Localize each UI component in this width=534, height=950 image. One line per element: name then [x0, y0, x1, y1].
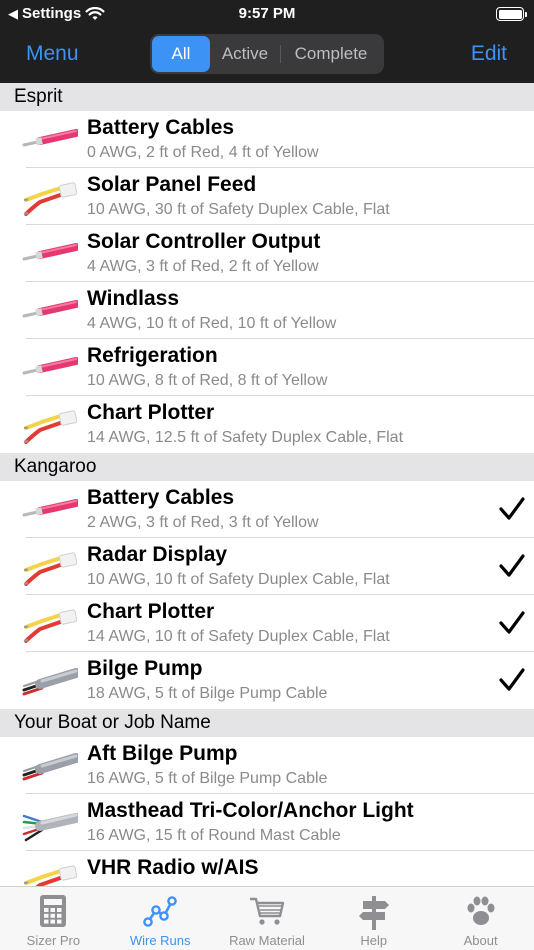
wire-run-title: Bilge Pump [87, 657, 203, 680]
wire-run-detail: 14 AWG, 10 ft of Safety Duplex Cable, Fl… [87, 628, 390, 645]
wire-run-row[interactable]: VHR Radio w/AIS [0, 851, 534, 886]
wire-run-title: Chart Plotter [87, 600, 215, 623]
wire-run-detail: 10 AWG, 30 ft of Safety Duplex Cable, Fl… [87, 201, 390, 218]
wire-run-detail: 4 AWG, 3 ft of Red, 2 ft of Yellow [87, 258, 319, 275]
wire-run-title: Solar Panel Feed [87, 173, 257, 196]
wire-run-row[interactable]: Solar Controller Output 4 AWG, 3 ft of R… [0, 225, 534, 282]
tab-label: Sizer Pro [26, 933, 81, 948]
wire-run-title: Windlass [87, 287, 179, 310]
wire-run-detail: 14 AWG, 12.5 ft of Safety Duplex Cable, … [87, 429, 404, 446]
wire-run-detail: 10 AWG, 8 ft of Red, 8 ft of Yellow [87, 372, 328, 389]
checkmark-icon [498, 496, 526, 522]
tab-sizer-pro[interactable]: Sizer Pro [0, 887, 107, 950]
duplex-cable-icon [22, 546, 78, 586]
wire-run-title: Battery Cables [87, 116, 235, 139]
wire-run-detail: 0 AWG, 2 ft of Red, 4 ft of Yellow [87, 144, 319, 161]
wire-run-row[interactable]: Masthead Tri-Color/Anchor Light 16 AWG, … [0, 794, 534, 851]
status-bar: ◀ Settings 9:57 PM [0, 0, 534, 28]
wire-run-row[interactable]: Windlass 4 AWG, 10 ft of Red, 10 ft of Y… [0, 282, 534, 339]
tab-help[interactable]: Help [320, 887, 427, 950]
tab-raw-material[interactable]: Raw Material [214, 887, 321, 950]
wire-run-row[interactable]: Radar Display 10 AWG, 10 ft of Safety Du… [0, 538, 534, 595]
wire-run-title: Solar Controller Output [87, 230, 321, 253]
navigation-bar: Menu All Active Complete Edit [0, 30, 534, 80]
battery-cable-icon [22, 290, 80, 330]
battery-cable-icon [22, 119, 80, 159]
wire-run-title: VHR Radio w/AIS [87, 856, 259, 879]
bilge-pump-cable-icon [22, 660, 81, 700]
wire-run-detail: 2 AWG, 3 ft of Red, 3 ft of Yellow [87, 514, 319, 531]
wire-run-row[interactable]: Battery Cables 2 AWG, 3 ft of Red, 3 ft … [0, 481, 534, 538]
battery-icon [496, 7, 527, 21]
wire-run-title: Chart Plotter [87, 401, 215, 424]
wire-run-detail: 18 AWG, 5 ft of Bilge Pump Cable [87, 685, 328, 702]
wire-run-row[interactable]: Chart Plotter 14 AWG, 12.5 ft of Safety … [0, 396, 534, 453]
mast-cable-icon [22, 802, 81, 842]
segment-complete[interactable]: Complete [280, 36, 382, 72]
filter-segmented-control: All Active Complete [150, 34, 384, 74]
wire-run-row[interactable]: Bilge Pump 18 AWG, 5 ft of Bilge Pump Ca… [0, 652, 534, 709]
wire-run-detail: 4 AWG, 10 ft of Red, 10 ft of Yellow [87, 315, 337, 332]
duplex-cable-icon [22, 176, 78, 216]
tab-bar: Sizer Pro Wire Runs Raw Material Help Ab… [0, 886, 534, 950]
tab-label: Help [360, 933, 388, 948]
section-header: Your Boat or Job Name [0, 709, 534, 737]
wire-run-detail: 16 AWG, 5 ft of Bilge Pump Cable [87, 770, 328, 787]
checkmark-icon [498, 553, 526, 579]
checkmark-icon [498, 610, 526, 636]
battery-cable-icon [22, 347, 80, 387]
wire-run-title: Masthead Tri-Color/Anchor Light [87, 799, 414, 822]
wire-run-title: Refrigeration [87, 344, 218, 367]
wire-run-row[interactable]: Refrigeration 10 AWG, 8 ft of Red, 8 ft … [0, 339, 534, 396]
tab-about[interactable]: About [427, 887, 534, 950]
segment-active[interactable]: Active [210, 36, 280, 72]
wire-run-row[interactable]: Battery Cables 0 AWG, 2 ft of Red, 4 ft … [0, 111, 534, 168]
wire-runs-list[interactable]: Esprit Battery Cables 0 AWG, 2 ft of Red… [0, 83, 534, 886]
wire-run-detail: 10 AWG, 10 ft of Safety Duplex Cable, Fl… [87, 571, 390, 588]
section-header: Esprit [0, 83, 534, 111]
bilge-pump-cable-icon [22, 745, 81, 785]
wire-run-row[interactable]: Solar Panel Feed 10 AWG, 30 ft of Safety… [0, 168, 534, 225]
battery-cable-icon [22, 489, 80, 529]
tab-wire-runs[interactable]: Wire Runs [107, 887, 214, 950]
status-time: 9:57 PM [238, 5, 296, 22]
top-bar: ◀ Settings 9:57 PM Menu All Active Compl… [0, 0, 534, 83]
duplex-cable-icon [22, 603, 78, 643]
segment-all[interactable]: All [152, 36, 210, 72]
duplex-cable-icon [22, 859, 78, 886]
duplex-cable-icon [22, 404, 78, 444]
tab-label: Raw Material [229, 933, 305, 948]
edit-button[interactable]: Edit [471, 42, 507, 66]
menu-button[interactable]: Menu [26, 42, 79, 66]
wire-run-row[interactable]: Aft Bilge Pump 16 AWG, 5 ft of Bilge Pum… [0, 737, 534, 794]
tab-label: About [463, 933, 498, 948]
wire-run-title: Radar Display [87, 543, 228, 566]
battery-cable-icon [22, 233, 80, 273]
wire-run-title: Battery Cables [87, 486, 235, 509]
tab-label: Wire Runs [129, 933, 191, 948]
wire-run-detail: 16 AWG, 15 ft of Round Mast Cable [87, 827, 341, 844]
section-header: Kangaroo [0, 453, 534, 481]
wire-run-title: Aft Bilge Pump [87, 742, 238, 765]
wire-run-row[interactable]: Chart Plotter 14 AWG, 10 ft of Safety Du… [0, 595, 534, 652]
checkmark-icon [498, 667, 526, 693]
